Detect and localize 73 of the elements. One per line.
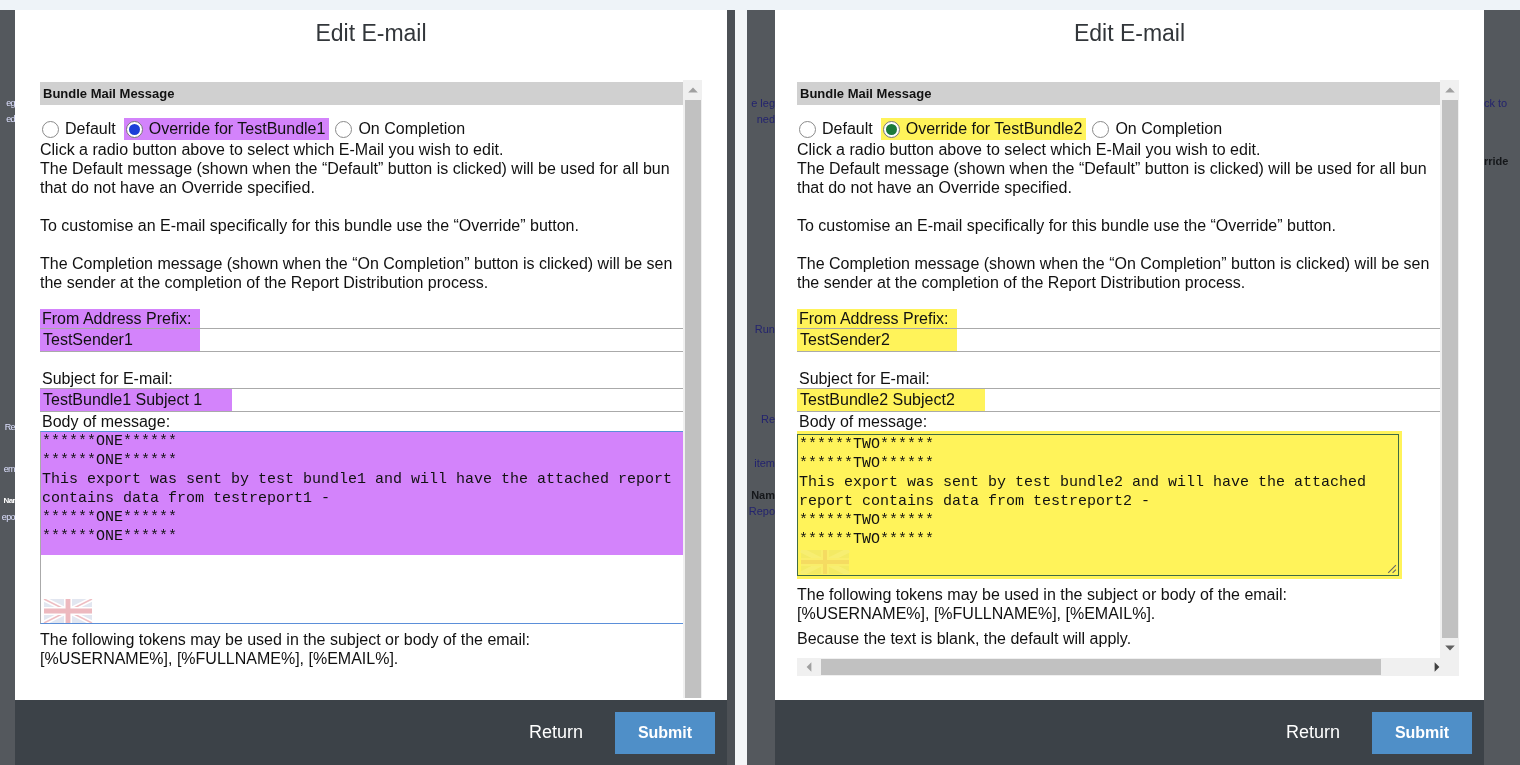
field-label: Subject for E-mail: [41,369,174,388]
help-text: that do not have an Override specified. [797,178,1073,197]
background-text: em [3,463,15,476]
section-header: Bundle Mail Message [40,82,683,105]
body-text-line: ******TWO****** [799,511,935,530]
radio-button[interactable] [125,120,143,138]
body-textarea[interactable]: ******ONE****** ******ONE****** This export was sent by test bundle1 and will have the attached report contains data from testreport1 - ******ONE****** ******ONE****** [40,431,683,624]
help-text: that do not have an Override specified. [40,178,316,197]
field-label: Body of message: [41,412,172,431]
input-field[interactable]: TestBundle1 Subject 1 [40,388,683,412]
radio-option[interactable]: Default [797,118,877,140]
body-text-line: report contains data from testreport2 - [799,492,1151,511]
body-text-line: ******TWO****** [799,530,935,549]
help-text: [%USERNAME%], [%FULLNAME%], [%EMAIL%]. [797,604,1157,623]
field-label: From Address Prefix: [797,309,957,328]
body-text-line: ******ONE****** [42,527,179,546]
help-text: To customise an E-mail specifically for this bundle use the “Override” button. [40,216,580,235]
input-field[interactable]: TestSender1 [40,328,683,352]
background-text: epo [1,511,15,524]
background-text: rride [1484,154,1509,168]
resize-grip-icon[interactable] [1386,563,1397,574]
input-field[interactable]: TestBundle2 Subject2 [797,388,1440,412]
return-link[interactable]: Return [528,722,583,743]
radio-button[interactable] [882,120,900,138]
flag-icon [799,550,851,574]
radio-option[interactable]: On Completion [333,118,470,140]
body-text-line: ******ONE****** [42,451,179,470]
background-text: Nar [3,495,15,507]
radio-button[interactable] [1092,120,1110,138]
help-text: the sender at the completion of the Report Distribution process. [40,273,490,292]
help-text: The following tokens may be used in the subject or body of the email: [797,585,1289,604]
background-text: Re [4,421,15,434]
radio-button[interactable] [335,120,353,138]
body-text-line: This export was sent by test bundle1 and will have the attached report [42,470,674,489]
background-text: eg [6,97,15,110]
help-text: The Default message (shown when the “Default” button is clicked) will be used for all bun [40,159,671,178]
body-textarea[interactable]: ******TWO****** ******TWO****** This export was sent by test bundle2 and will have the attached report contains data from testreport2 - ******TWO****** ******TWO****** [797,434,1399,576]
input-field[interactable]: TestSender2 [797,328,1440,352]
help-text: Click a radio button above to select which E-Mail you wish to edit. [40,140,505,159]
return-link[interactable]: Return [1285,722,1340,743]
dialog-title: Edit E-mail [314,19,428,48]
radio-option[interactable]: Override for TestBundle2 [880,118,1087,140]
help-text: The Completion message (shown when the “On Completion” button is clicked) will be sen [40,254,674,273]
field-label: Subject for E-mail: [798,369,931,388]
horizontal-scrollbar[interactable] [797,658,1459,676]
field-label: From Address Prefix: [40,309,200,328]
section-header: Bundle Mail Message [797,82,1440,105]
help-text: The Completion message (shown when the “On Completion” button is clicked) will be sen [797,254,1431,273]
help-text: the sender at the completion of the Report Distribution process. [797,273,1247,292]
help-text: To customise an E-mail specifically for this bundle use the “Override” button. [797,216,1337,235]
body-text-line: ******ONE****** [42,508,179,527]
vertical-scrollbar[interactable] [1440,80,1459,658]
dialog-title: Edit E-mail [1072,19,1187,48]
help-text: [%USERNAME%], [%FULLNAME%], [%EMAIL%]. [40,649,400,668]
radio-button[interactable] [799,120,816,138]
background-text: Nam [751,488,775,502]
radio-option[interactable]: On Completion [1090,118,1227,140]
radio-button[interactable] [42,120,59,138]
vertical-scrollbar[interactable] [683,80,702,698]
body-text-line: ******TWO****** [799,435,935,454]
body-text-line: This export was sent by test bundle2 and will have the attached [799,473,1367,492]
radio-option[interactable]: Default [40,118,120,140]
radio-option[interactable]: Override for TestBundle1 [123,118,330,140]
field-label: Body of message: [798,412,929,431]
help-text: The Default message (shown when the “Default” button is clicked) will be used for all bun [797,159,1428,178]
help-text: Because the text is blank, the default will apply. [797,629,1133,648]
help-text: Click a radio button above to select which E-Mail you wish to edit. [797,140,1262,159]
body-text-line: ******ONE****** [42,432,179,451]
help-text: The following tokens may be used in the subject or body of the email: [40,630,532,649]
flag-icon [42,599,94,623]
body-text-line: ******TWO****** [799,454,935,473]
body-text-line: contains data from testreport1 - [42,489,332,508]
background-text: ed [6,113,15,126]
